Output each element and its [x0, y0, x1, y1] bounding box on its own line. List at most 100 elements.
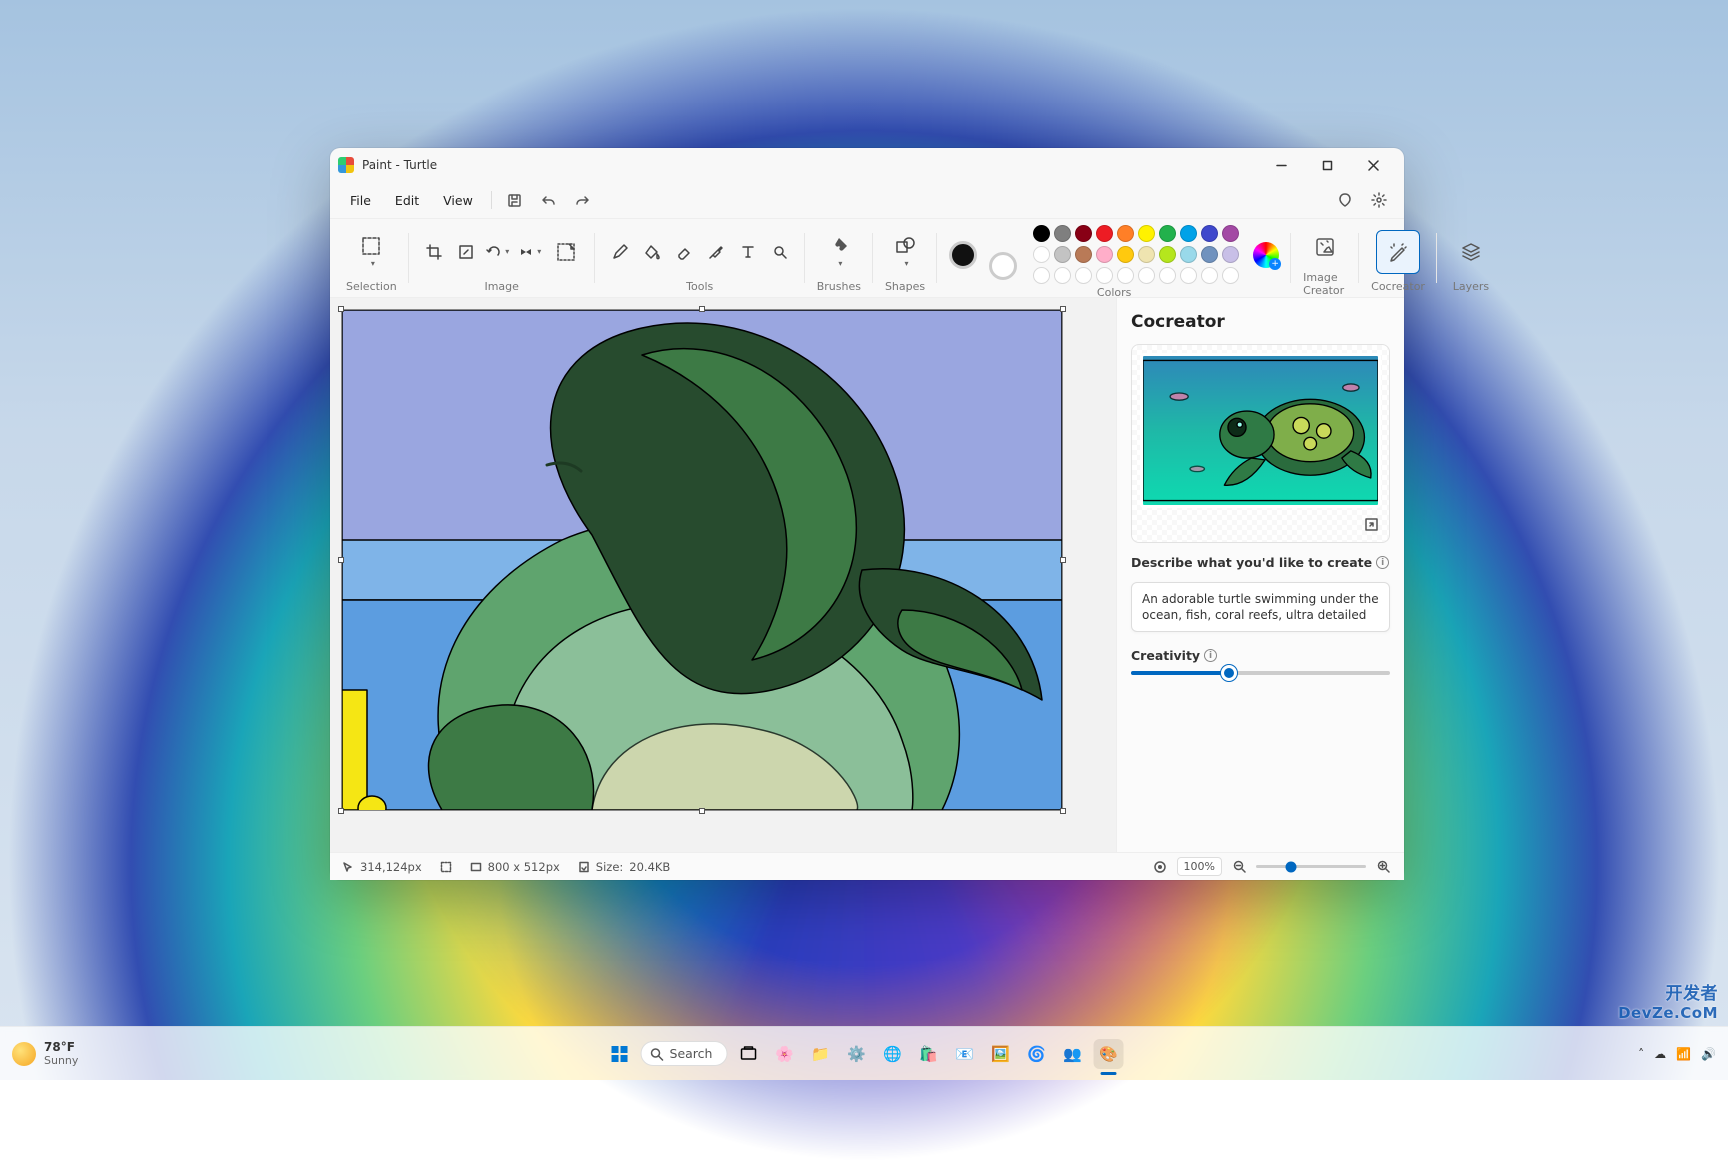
teams-icon[interactable]: 👥	[1057, 1039, 1087, 1069]
redo-button[interactable]	[568, 186, 598, 214]
fill-tool[interactable]	[639, 240, 665, 264]
color-swatch[interactable]	[1201, 225, 1218, 242]
color-swatch-empty[interactable]	[1075, 267, 1092, 284]
zoom-slider[interactable]	[1256, 865, 1366, 868]
tray-onedrive-icon[interactable]: ☁	[1654, 1047, 1666, 1061]
paint-taskbar-icon[interactable]: 🎨	[1093, 1039, 1123, 1069]
tray-volume-icon[interactable]: 🔊	[1701, 1047, 1716, 1061]
info-icon[interactable]: i	[1376, 556, 1389, 569]
window-maximize-button[interactable]	[1304, 148, 1350, 182]
canvas-area[interactable]	[330, 298, 1116, 852]
creativity-slider[interactable]	[1131, 671, 1390, 675]
taskbar-weather[interactable]: 78°FSunny	[12, 1040, 78, 1067]
settings-icon[interactable]	[1364, 186, 1394, 214]
resize-tool[interactable]	[453, 240, 479, 264]
canvas[interactable]	[342, 310, 1062, 810]
undo-button[interactable]	[534, 186, 564, 214]
flip-tool[interactable]	[517, 240, 543, 264]
store-icon[interactable]: 🛍️	[913, 1039, 943, 1069]
rotate-tool[interactable]	[485, 240, 511, 264]
taskbar-search[interactable]: Search	[641, 1041, 728, 1066]
layers-button[interactable]	[1449, 230, 1493, 274]
color-swatch[interactable]	[1201, 246, 1218, 263]
color-swatch-empty[interactable]	[1222, 267, 1239, 284]
color-swatch[interactable]	[1054, 225, 1071, 242]
color-swatch[interactable]	[1075, 225, 1092, 242]
group-selection: Selection	[334, 219, 409, 297]
select-tool[interactable]	[354, 228, 388, 276]
color-swatch-empty[interactable]	[1096, 267, 1113, 284]
color-2[interactable]	[989, 252, 1017, 280]
color-swatch[interactable]	[1054, 246, 1071, 263]
zoom-in-button[interactable]	[1374, 858, 1392, 876]
color-swatch[interactable]	[1159, 225, 1176, 242]
color-swatch[interactable]	[1138, 225, 1155, 242]
color-swatch[interactable]	[1033, 246, 1050, 263]
color-swatch-empty[interactable]	[1201, 267, 1218, 284]
color-swatch[interactable]	[1138, 246, 1155, 263]
color-swatch[interactable]	[1117, 246, 1134, 263]
group-image: Image	[409, 219, 595, 297]
color-swatch[interactable]	[1033, 225, 1050, 242]
eraser-tool[interactable]	[671, 240, 697, 264]
window-close-button[interactable]	[1350, 148, 1396, 182]
magnifier-tool[interactable]	[767, 240, 793, 264]
group-image-creator: Image Creator	[1291, 219, 1359, 297]
taskbar-tray[interactable]: ˄ ☁ 📶 🔊	[1638, 1047, 1716, 1061]
color-swatch[interactable]	[1222, 225, 1239, 242]
fit-screen-button[interactable]	[1151, 858, 1169, 876]
window-minimize-button[interactable]	[1258, 148, 1304, 182]
mail-icon[interactable]: 📧	[949, 1039, 979, 1069]
menu-file[interactable]: File	[340, 189, 381, 212]
color-swatch-empty[interactable]	[1159, 267, 1176, 284]
info-icon[interactable]: i	[1204, 649, 1217, 662]
color-swatch[interactable]	[1180, 246, 1197, 263]
edge-icon[interactable]: 🌐	[877, 1039, 907, 1069]
taskbar[interactable]: 78°FSunny Search 🌸 📁 ⚙️ 🌐 🛍️ 📧 🖼️ 🌀 👥 🎨 …	[0, 1026, 1728, 1080]
color-swatch-empty[interactable]	[1117, 267, 1134, 284]
cocreator-button[interactable]	[1376, 230, 1420, 274]
tray-network-icon[interactable]: 📶	[1676, 1047, 1691, 1061]
copilot-taskbar-icon[interactable]: 🌀	[1021, 1039, 1051, 1069]
pencil-tool[interactable]	[607, 240, 633, 264]
color-swatch[interactable]	[1159, 246, 1176, 263]
titlebar[interactable]: Paint - Turtle	[330, 148, 1404, 182]
copilot-icon[interactable]	[1330, 186, 1360, 214]
widgets-icon[interactable]: 🌸	[769, 1039, 799, 1069]
start-button[interactable]	[605, 1039, 635, 1069]
cocreator-preview-image[interactable]	[1140, 353, 1381, 508]
photos-icon[interactable]: 🖼️	[985, 1039, 1015, 1069]
save-button[interactable]	[500, 186, 530, 214]
status-dimensions: 800 x 512px	[470, 860, 560, 874]
skew-tool[interactable]	[549, 230, 583, 274]
tray-chevron-icon[interactable]: ˄	[1638, 1047, 1644, 1061]
color-1[interactable]	[949, 241, 977, 269]
color-swatch-empty[interactable]	[1138, 267, 1155, 284]
color-swatch[interactable]	[1075, 246, 1092, 263]
explorer-icon[interactable]: 📁	[805, 1039, 835, 1069]
menu-view[interactable]: View	[433, 189, 483, 212]
picker-tool[interactable]	[703, 240, 729, 264]
expand-preview-icon[interactable]	[1361, 514, 1381, 534]
color-swatch[interactable]	[1096, 246, 1113, 263]
task-view-icon[interactable]	[733, 1039, 763, 1069]
edit-colors-button[interactable]	[1253, 242, 1279, 268]
color-swatch-empty[interactable]	[1033, 267, 1050, 284]
zoom-out-button[interactable]	[1230, 858, 1248, 876]
color-swatch[interactable]	[1180, 225, 1197, 242]
color-swatch[interactable]	[1222, 246, 1239, 263]
settings-icon[interactable]: ⚙️	[841, 1039, 871, 1069]
image-creator-button[interactable]	[1303, 225, 1347, 269]
menu-edit[interactable]: Edit	[385, 189, 429, 212]
color-swatch-empty[interactable]	[1180, 267, 1197, 284]
color-swatch-empty[interactable]	[1054, 267, 1071, 284]
zoom-level[interactable]: 100%	[1177, 857, 1222, 876]
text-tool[interactable]	[735, 240, 761, 264]
crop-tool[interactable]	[421, 240, 447, 264]
color-swatch[interactable]	[1117, 225, 1134, 242]
shapes-tool[interactable]	[888, 228, 922, 276]
group-image-label: Image	[484, 280, 518, 293]
brush-tool[interactable]	[822, 228, 856, 276]
color-swatch[interactable]	[1096, 225, 1113, 242]
prompt-input[interactable]: An adorable turtle swimming under the oc…	[1131, 582, 1390, 632]
